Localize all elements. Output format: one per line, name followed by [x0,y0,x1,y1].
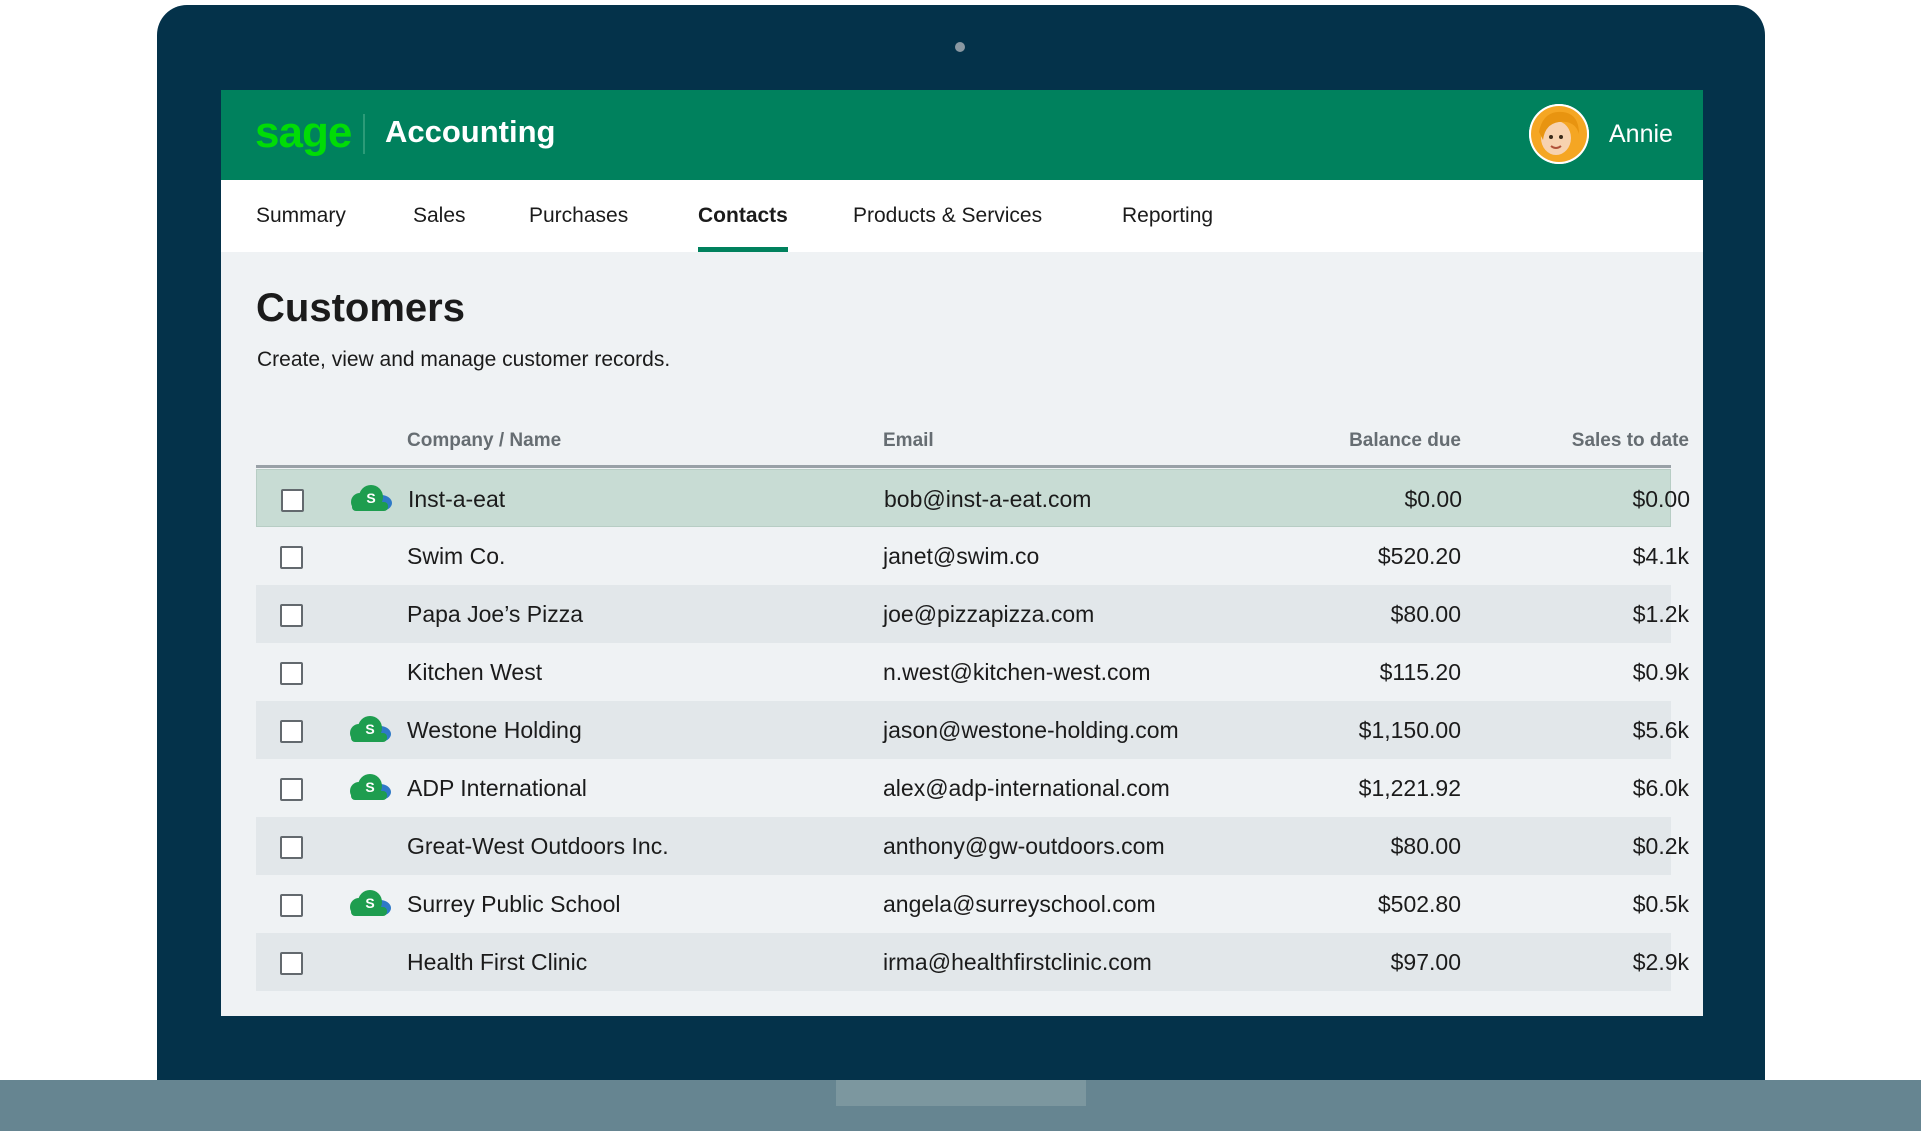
balance-due: $1,150.00 [1358,717,1461,743]
email: jason@westone-holding.com [883,717,1179,743]
balance-due: $97.00 [1390,949,1461,975]
table-row[interactable]: S Inst-a-eat bob@inst-a-eat.com $0.00 $0.00 [256,469,1690,527]
column-header-email[interactable]: Email [883,430,934,452]
sage-cloud-icon: S [349,484,393,512]
nav-tab-summary[interactable]: Summary [256,204,346,228]
company-name[interactable]: Great-West Outdoors Inc. [407,833,669,860]
sage-logo[interactable]: sage [255,108,352,158]
email: bob@inst-a-eat.com [884,486,1092,512]
row-checkbox[interactable] [280,836,303,859]
row-checkbox[interactable] [280,720,303,743]
email: irma@healthfirstclinic.com [883,949,1152,975]
avatar-icon [1529,104,1589,164]
nav-tab-contacts[interactable]: Contacts [698,204,788,228]
table-row[interactable]: Kitchen West n.west@kitchen-west.com $115.… [256,643,1689,701]
table-row[interactable]: S Surrey Public School angela@surreyschool… [256,875,1689,933]
laptop-base [0,1080,1921,1131]
active-tab-indicator [698,247,788,252]
svg-text:S: S [365,779,374,795]
sales-to-date: $4.1k [1632,543,1689,569]
main-nav: Summary Sales Purchases Contacts Product… [221,180,1703,252]
sales-to-date: $0.5k [1632,891,1689,917]
table-row[interactable]: Great-West Outdoors Inc. anthony@gw-outdo… [256,817,1689,875]
sales-to-date: $0.00 [1632,486,1690,512]
page-subtitle: Create, view and manage customer records… [257,348,671,371]
app-header: sage Accounting Annie [221,90,1703,180]
sales-to-date: $6.0k [1632,775,1689,801]
email: n.west@kitchen-west.com [883,659,1151,685]
company-name[interactable]: Kitchen West [407,659,542,686]
row-checkbox[interactable] [280,662,303,685]
sales-to-date: $1.2k [1632,601,1689,627]
nav-tab-sales[interactable]: Sales [413,204,466,228]
balance-due: $115.20 [1379,659,1461,685]
company-name[interactable]: Inst-a-eat [408,486,505,513]
column-header-company-name[interactable]: Company / Name [407,430,561,452]
laptop-notch [836,1080,1086,1106]
user-name[interactable]: Annie [1609,120,1673,149]
nav-tab-reporting[interactable]: Reporting [1122,204,1213,228]
company-name[interactable]: Swim Co. [407,543,505,570]
row-checkbox[interactable] [280,546,303,569]
nav-tab-purchases[interactable]: Purchases [529,204,628,228]
sales-to-date: $2.9k [1632,949,1689,975]
column-header-sales-to-date[interactable]: Sales to date [1489,430,1689,452]
sage-cloud-icon: S [348,889,392,917]
column-header-balance-due[interactable]: Balance due [1291,430,1461,452]
table-row[interactable]: Swim Co. janet@swim.co $520.20 $4.1k [256,527,1689,585]
header-divider-line [256,465,1671,468]
user-avatar[interactable] [1529,104,1589,164]
company-name[interactable]: Surrey Public School [407,891,621,918]
table-row[interactable]: S Westone Holding jason@westone-holding.co… [256,701,1689,759]
camera-dot [955,42,965,52]
row-checkbox[interactable] [281,489,304,512]
row-checkbox[interactable] [280,778,303,801]
row-checkbox[interactable] [280,952,303,975]
company-name[interactable]: Westone Holding [407,717,582,744]
balance-due: $0.00 [1404,486,1462,512]
sage-cloud-icon: S [348,715,392,743]
company-name[interactable]: ADP International [407,775,587,802]
row-checkbox[interactable] [280,894,303,917]
svg-text:S: S [366,490,375,506]
svg-text:S: S [365,895,374,911]
app-window: sage Accounting Annie Summary Sales Purc… [221,90,1703,1016]
company-name[interactable]: Health First Clinic [407,949,587,976]
email: janet@swim.co [883,543,1040,569]
balance-due: $502.80 [1377,891,1461,917]
header-divider [363,114,365,154]
email: angela@surreyschool.com [883,891,1156,917]
table-row[interactable]: Health First Clinic irma@healthfirstclini… [256,933,1689,991]
email: alex@adp-international.com [883,775,1170,801]
email: anthony@gw-outdoors.com [883,833,1165,859]
balance-due: $80.00 [1390,833,1461,859]
balance-due: $1,221.92 [1358,775,1461,801]
app-title: Accounting [385,114,556,149]
sales-to-date: $0.2k [1632,833,1689,859]
balance-due: $520.20 [1377,543,1461,569]
table-row[interactable]: S ADP International alex@adp-international… [256,759,1689,817]
row-checkbox[interactable] [280,604,303,627]
sage-cloud-icon: S [348,773,392,801]
svg-text:S: S [365,721,374,737]
company-name[interactable]: Papa Joe’s Pizza [407,601,583,628]
email: joe@pizzapizza.com [883,601,1095,627]
balance-due: $80.00 [1390,601,1461,627]
page-title: Customers [256,286,465,330]
sales-to-date: $5.6k [1632,717,1689,743]
nav-tab-products-services[interactable]: Products & Services [853,204,1042,228]
table-row[interactable]: Papa Joe’s Pizza joe@pizzapizza.com $80.00… [256,585,1689,643]
sales-to-date: $0.9k [1632,659,1689,685]
